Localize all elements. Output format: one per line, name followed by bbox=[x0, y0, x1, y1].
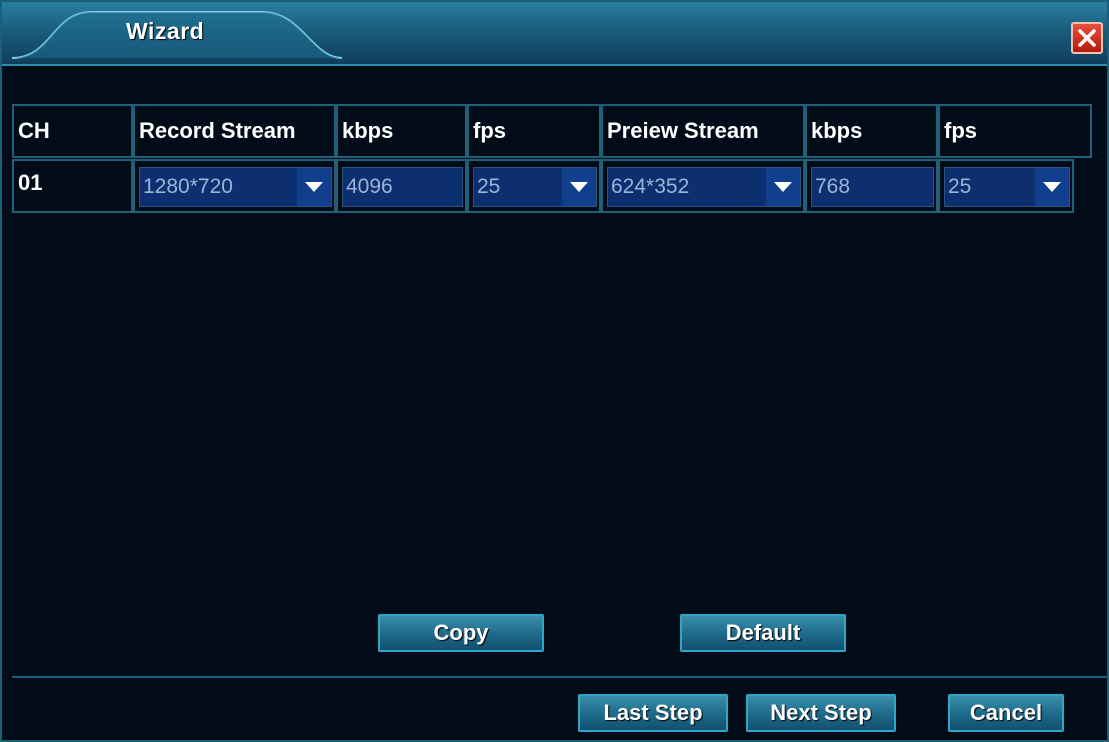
record-kbps-input[interactable]: 4096 bbox=[342, 167, 463, 207]
header-preview-fps: fps bbox=[938, 104, 1092, 158]
preview-fps-cell: 25 bbox=[938, 159, 1074, 213]
channel-cell: 01 bbox=[12, 159, 133, 213]
chevron-down-icon[interactable] bbox=[1035, 168, 1069, 206]
header-record-fps: fps bbox=[467, 104, 601, 158]
close-icon bbox=[1078, 29, 1096, 47]
next-step-button[interactable]: Next Step bbox=[746, 694, 896, 732]
record-fps-cell: 25 bbox=[467, 159, 601, 213]
record-stream-cell: 1280*720 bbox=[133, 159, 336, 213]
preview-stream-cell: 624*352 bbox=[601, 159, 805, 213]
close-button[interactable] bbox=[1071, 22, 1103, 54]
header-preview-kbps: kbps bbox=[805, 104, 938, 158]
copy-button[interactable]: Copy bbox=[378, 614, 544, 652]
record-kbps-value: 4096 bbox=[346, 175, 393, 198]
record-fps-value: 25 bbox=[477, 175, 501, 198]
window-title: Wizard bbox=[126, 18, 205, 44]
header-ch: CH bbox=[12, 104, 133, 158]
default-button[interactable]: Default bbox=[680, 614, 846, 652]
channel-number: 01 bbox=[18, 170, 43, 195]
header-record-kbps: kbps bbox=[336, 104, 467, 158]
cancel-button[interactable]: Cancel bbox=[948, 694, 1064, 732]
preview-stream-value: 624*352 bbox=[611, 175, 690, 198]
preview-kbps-cell: 768 bbox=[805, 159, 938, 213]
preview-stream-select[interactable]: 624*352 bbox=[607, 167, 801, 207]
last-step-button[interactable]: Last Step bbox=[578, 694, 728, 732]
wizard-window: Wizard CH Record Stream kbps fps Preiew … bbox=[0, 0, 1109, 742]
chevron-down-icon[interactable] bbox=[766, 168, 800, 206]
preview-fps-value: 25 bbox=[948, 175, 972, 198]
chevron-down-icon[interactable] bbox=[562, 168, 596, 206]
header-record-stream: Record Stream bbox=[133, 104, 336, 158]
footer-divider bbox=[12, 676, 1107, 678]
chevron-down-icon[interactable] bbox=[297, 168, 331, 206]
preview-kbps-input[interactable]: 768 bbox=[811, 167, 934, 207]
header-preview-stream: Preiew Stream bbox=[601, 104, 805, 158]
record-kbps-cell: 4096 bbox=[336, 159, 467, 213]
preview-kbps-value: 768 bbox=[815, 175, 851, 198]
preview-fps-select[interactable]: 25 bbox=[944, 167, 1070, 207]
title-bar: Wizard bbox=[2, 2, 1107, 66]
record-stream-select[interactable]: 1280*720 bbox=[139, 167, 332, 207]
record-stream-value: 1280*720 bbox=[143, 175, 233, 198]
record-fps-select[interactable]: 25 bbox=[473, 167, 597, 207]
